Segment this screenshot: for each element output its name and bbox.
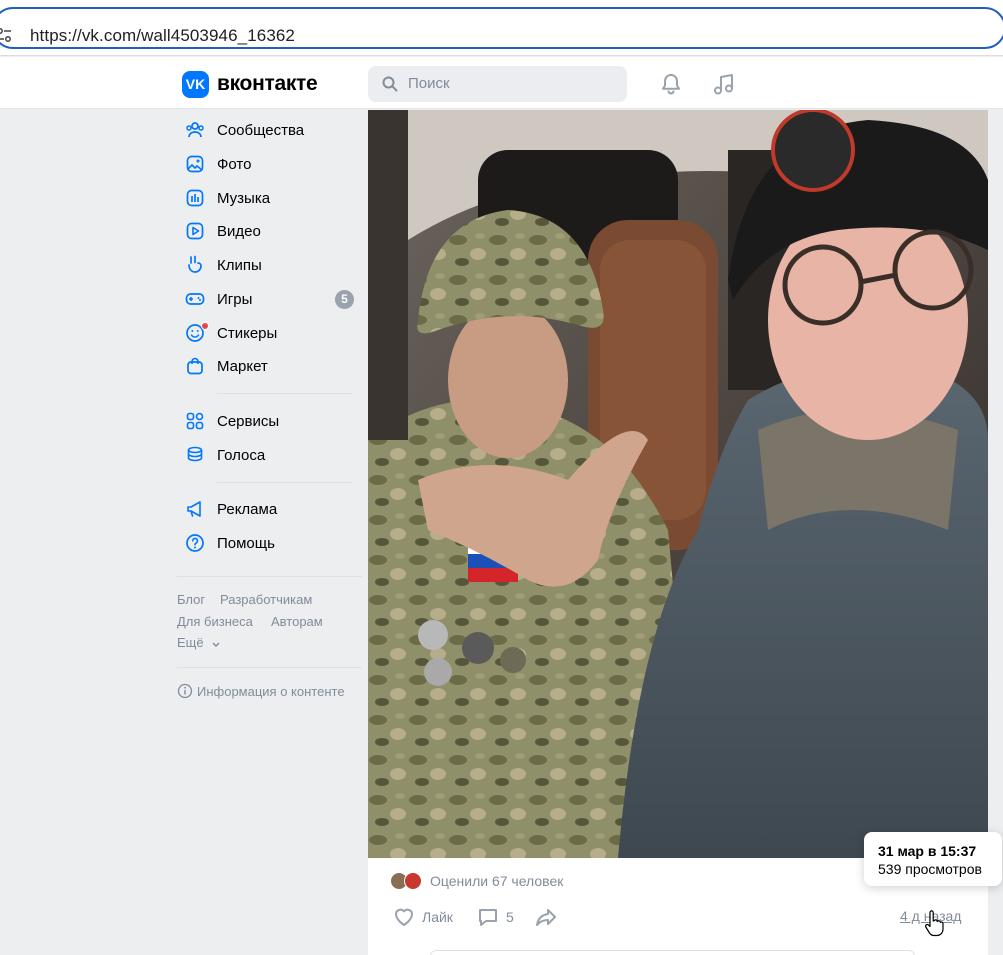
sidebar-item-ads[interactable]: Реклама	[177, 495, 362, 523]
address-bar[interactable]: https://vk.com/wall4503946_16362	[0, 7, 1003, 49]
sidebar-divider	[217, 393, 352, 394]
tooltip-views: 539 просмотров	[878, 861, 982, 877]
vk-header: VK вконтакте	[0, 57, 1003, 109]
like-label: Лайк	[422, 909, 453, 925]
sidebar-item-communities[interactable]: Сообщества	[177, 116, 362, 144]
clips-icon	[188, 255, 202, 273]
sidebar-item-label: Игры	[217, 291, 253, 308]
sidebar-item-label: Видео	[217, 223, 261, 240]
votes-icon	[187, 446, 203, 462]
tooltip-date: 31 мар в 15:37	[878, 843, 977, 859]
sidebar-item-photo[interactable]: Фото	[177, 150, 362, 178]
market-icon	[187, 357, 203, 375]
comment-input-top[interactable]	[430, 950, 915, 955]
sidebar-item-label: Голоса	[217, 447, 266, 464]
footer-link-business[interactable]: Для бизнеса	[177, 614, 253, 629]
sidebar-item-music[interactable]: Музыка	[177, 184, 362, 212]
sidebar-item-label: Помощь	[217, 535, 275, 552]
heart-icon	[395, 908, 413, 926]
share-button[interactable]	[534, 905, 564, 929]
sidebar-divider	[177, 667, 362, 668]
sidebar-item-label: Маркет	[217, 358, 268, 375]
vk-logo[interactable]: VK вконтакте	[182, 70, 318, 98]
comment-button[interactable]: 5	[476, 905, 514, 929]
content-info-link[interactable]: Информация о контенте	[177, 683, 345, 699]
sidebar-item-label: Сообщества	[217, 122, 305, 139]
reactions-text: Оценили 67 человек	[430, 873, 564, 889]
footer-link-developers[interactable]: Разработчикам	[220, 592, 312, 607]
music-icon	[186, 189, 204, 207]
help-icon	[186, 534, 204, 552]
new-indicator-dot	[201, 322, 209, 330]
timestamp-tooltip: 31 мар в 15:37 539 просмотров	[864, 832, 1002, 886]
sidebar-item-label: Клипы	[217, 257, 262, 274]
games-count-badge: 5	[335, 290, 354, 309]
info-icon	[177, 683, 193, 699]
search-input[interactable]	[408, 75, 608, 92]
search-icon	[382, 76, 398, 92]
footer-link-authors[interactable]: Авторам	[271, 614, 323, 629]
url-text[interactable]: https://vk.com/wall4503946_16362	[30, 26, 295, 46]
sidebar-item-label: Реклама	[217, 501, 278, 518]
video-icon	[186, 222, 204, 240]
vk-logo-text: вконтакте	[217, 72, 318, 95]
site-info-icon[interactable]	[0, 27, 12, 43]
post-photo-image	[368, 110, 988, 858]
sidebar-item-games[interactable]: Игры 5	[177, 285, 362, 313]
sidebar-item-votes[interactable]: Голоса	[177, 441, 362, 469]
vk-logo-icon: VK	[182, 70, 209, 98]
sidebar-item-market[interactable]: Маркет	[177, 352, 362, 380]
comments-count: 5	[506, 909, 514, 925]
comment-icon	[479, 909, 497, 926]
search-box[interactable]	[368, 66, 627, 102]
sidebar-item-label: Сервисы	[217, 413, 280, 430]
sidebar-divider	[177, 576, 362, 577]
notifications-bell-icon[interactable]	[658, 71, 684, 97]
more-label: Ещё	[177, 635, 204, 650]
sidebar-item-label: Музыка	[217, 190, 271, 207]
wall-post: Оценили 67 человек Лайк 5 4 д назад	[368, 110, 988, 955]
reactions-summary[interactable]: Оценили 67 человек	[390, 870, 563, 892]
chevron-down-icon	[212, 642, 220, 647]
games-icon	[185, 293, 205, 305]
services-icon	[186, 412, 204, 430]
content-info-label: Информация о контенте	[197, 683, 345, 699]
footer-link-more[interactable]: Ещё	[177, 635, 221, 650]
music-player-icon[interactable]	[711, 71, 737, 97]
sidebar-item-stickers[interactable]: Стикеры	[177, 319, 362, 347]
like-button[interactable]: Лайк	[392, 905, 453, 929]
sidebar-item-label: Стикеры	[217, 325, 278, 342]
reaction-avatar	[404, 872, 422, 890]
communities-icon	[186, 122, 204, 138]
sidebar-item-video[interactable]: Видео	[177, 217, 362, 245]
sidebar-divider	[217, 482, 352, 483]
sidebar-item-label: Фото	[217, 156, 252, 173]
ads-megaphone-icon	[187, 501, 201, 517]
photo-icon	[186, 155, 204, 173]
share-icon	[536, 909, 556, 926]
sidebar-item-services[interactable]: Сервисы	[177, 407, 362, 435]
hand-cursor-icon	[925, 910, 944, 937]
post-photo[interactable]	[368, 110, 988, 858]
sidebar-item-help[interactable]: Помощь	[177, 529, 362, 557]
sidebar-item-clips[interactable]: Клипы	[177, 251, 362, 279]
footer-link-blog[interactable]: Блог	[177, 592, 205, 607]
browser-toolbar: https://vk.com/wall4503946_16362	[0, 0, 1003, 56]
